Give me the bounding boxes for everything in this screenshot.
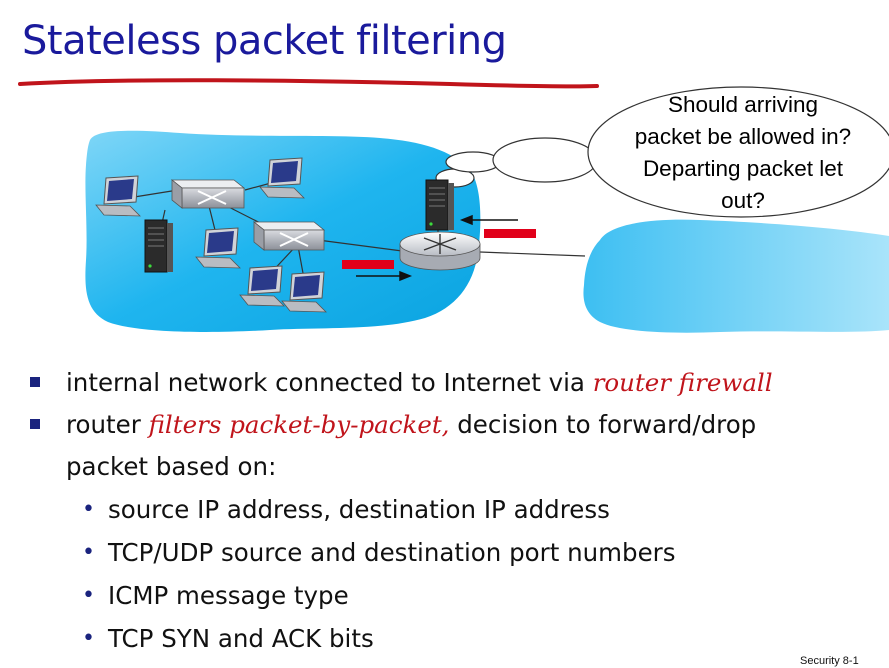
sub-bullet-list: • source IP address, destination IP addre… [66,488,873,660]
incoming-packet [484,229,536,238]
server-icon [144,219,173,273]
bullet-emphasis: filters packet-by-packet, [148,410,450,439]
outgoing-packet [342,260,394,269]
bubble-line: out? [721,188,765,213]
bullet-emphasis: router firewall [592,368,773,397]
sub-bullet-item: • ICMP message type [66,574,873,617]
sub-bullet-text: TCP SYN and ACK bits [108,624,374,653]
router-icon [399,231,481,271]
bullet-square-icon [30,377,40,387]
switch-icon [170,179,246,209]
sub-bullet-text: ICMP message type [108,581,349,610]
bullet-item: internal network connected to Internet v… [28,362,873,404]
bullet-dot-icon: • [82,583,95,608]
bubble-line: Should arriving [667,92,819,117]
server-icon [425,179,454,231]
slide-footer: Security 8-1 [800,655,859,667]
page-title: Stateless packet filtering [22,18,507,64]
bubble-question: Should arriving packet be allowed in? De… [612,89,874,217]
bullet-text-continued: packet based on: [66,452,277,481]
sub-bullet-item: • TCP/UDP source and destination port num… [66,531,873,574]
bullet-dot-icon: • [82,540,95,565]
title-underline [18,78,599,89]
bullet-list: internal network connected to Internet v… [28,362,873,660]
sub-bullet-text: source IP address, destination IP addres… [108,495,610,524]
bullet-text: router [66,410,149,439]
bullet-item: router filters packet-by-packet, decisio… [28,404,873,660]
bullet-square-icon [30,419,40,429]
sub-bullet-text: TCP/UDP source and destination port numb… [108,538,676,567]
bubble-line: Departing packet let [642,156,844,181]
bullet-dot-icon: • [82,626,95,651]
switch-icon [252,221,326,251]
bubble-line: packet be allowed in? [634,124,852,149]
bullet-text: internal network connected to Internet v… [66,368,593,397]
internet-cloud [583,219,889,333]
bullet-dot-icon: • [82,497,95,522]
sub-bullet-item: • source IP address, destination IP addre… [66,488,873,531]
bullet-text-after: decision to forward/drop [449,410,757,439]
sub-bullet-item: • TCP SYN and ACK bits [66,617,873,660]
